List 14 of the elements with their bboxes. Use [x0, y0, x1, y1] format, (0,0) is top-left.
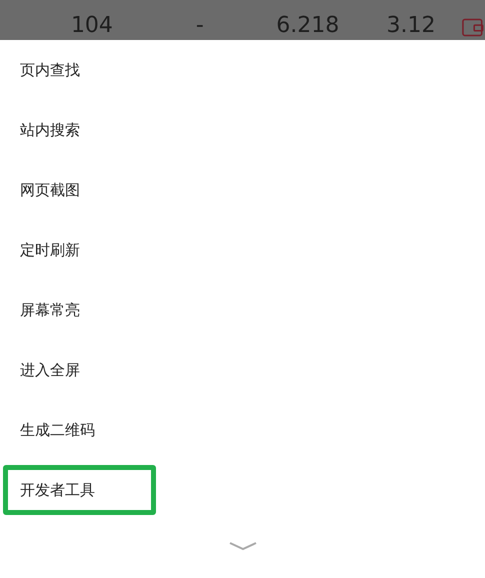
table-cell-text: 104 [70, 12, 114, 40]
table-cell-text: 6.218 [275, 12, 340, 40]
menu-item[interactable]: 定时刷新 [3, 225, 473, 275]
table-cell-text: - [194, 12, 205, 40]
menu-item[interactable]: 生成二维码 [3, 405, 473, 455]
menu-item[interactable]: 进入全屏 [3, 345, 473, 395]
wallet-icon [462, 16, 485, 38]
menu-item[interactable]: 页内查找 [3, 45, 473, 95]
menu-item[interactable]: 屏幕常亮 [3, 285, 473, 335]
table-cell-text: 3.12 [385, 12, 436, 40]
menu-item[interactable]: 站内搜索 [3, 105, 473, 155]
chevron-down-icon[interactable] [228, 542, 256, 551]
menu-item[interactable]: 开发者工具 [3, 465, 156, 515]
menu-item[interactable]: 网页截图 [3, 165, 473, 215]
